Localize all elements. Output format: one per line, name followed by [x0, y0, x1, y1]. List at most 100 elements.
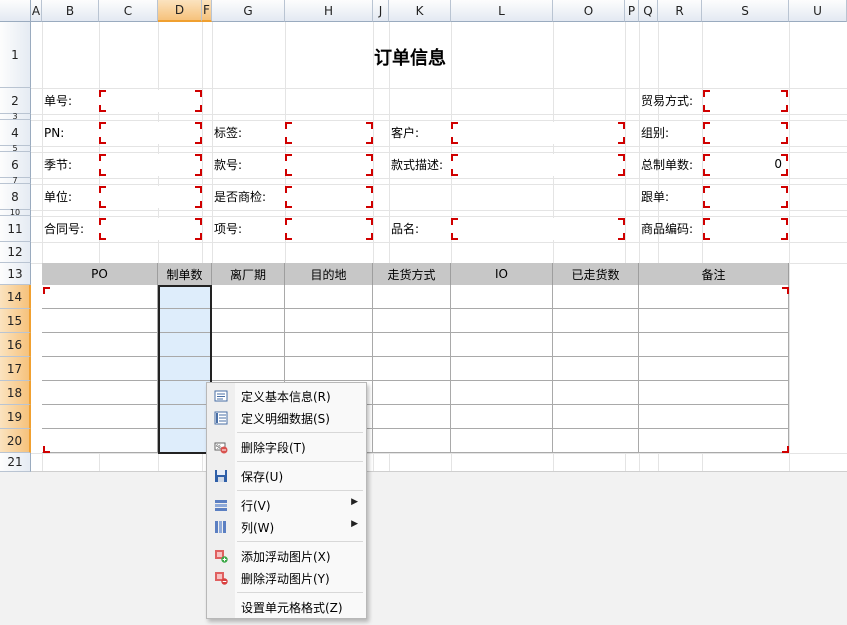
- table-cell[interactable]: [285, 333, 373, 357]
- table-cell[interactable]: [373, 429, 451, 453]
- column-header-k[interactable]: K: [389, 0, 451, 22]
- column-header-g[interactable]: G: [212, 0, 285, 22]
- season-field[interactable]: [99, 154, 202, 176]
- row-header-17[interactable]: 17: [0, 357, 31, 381]
- menu-item-delete-field[interactable]: % 删除字段(T): [209, 436, 364, 458]
- column-header-p[interactable]: P: [625, 0, 639, 22]
- table-cell[interactable]: [285, 285, 373, 309]
- order-no-field[interactable]: [99, 90, 202, 112]
- trade-mode-field[interactable]: [703, 90, 788, 112]
- column-header-c[interactable]: C: [99, 0, 158, 22]
- row-header-15[interactable]: 15: [0, 309, 31, 333]
- row-header-6[interactable]: 6: [0, 152, 31, 178]
- row-header-4[interactable]: 4: [0, 120, 31, 146]
- table-cell[interactable]: [42, 309, 158, 333]
- table-cell[interactable]: [451, 405, 553, 429]
- table-cell[interactable]: [373, 285, 451, 309]
- menu-item-format-cells[interactable]: 设置单元格格式(Z): [209, 596, 364, 618]
- table-cell[interactable]: [639, 357, 789, 381]
- inspection-field[interactable]: [285, 186, 373, 208]
- table-cell[interactable]: [553, 429, 639, 453]
- menu-item-remove-floating-image[interactable]: 删除浮动图片(Y): [209, 567, 364, 589]
- tag-field[interactable]: [285, 122, 373, 144]
- table-cell[interactable]: [285, 309, 373, 333]
- table-cell[interactable]: [373, 333, 451, 357]
- table-cell[interactable]: [42, 429, 158, 453]
- table-cell[interactable]: [639, 405, 789, 429]
- menu-item-save[interactable]: 保存(U): [209, 465, 364, 487]
- table-cell[interactable]: [451, 357, 553, 381]
- row-header-18[interactable]: 18: [0, 381, 31, 405]
- table-cell[interactable]: [42, 285, 158, 309]
- table-cell[interactable]: [639, 429, 789, 453]
- pn-field[interactable]: [99, 122, 202, 144]
- table-cell[interactable]: [373, 309, 451, 333]
- table-cell[interactable]: [285, 357, 373, 381]
- menu-item-add-floating-image[interactable]: 添加浮动图片(X): [209, 545, 364, 567]
- column-header-h[interactable]: H: [285, 0, 373, 22]
- table-cell[interactable]: [553, 285, 639, 309]
- style-no-field[interactable]: [285, 154, 373, 176]
- column-header-o[interactable]: O: [553, 0, 625, 22]
- table-cell[interactable]: [639, 333, 789, 357]
- table-cell[interactable]: [451, 429, 553, 453]
- customer-field[interactable]: [451, 122, 625, 144]
- menu-item-define-basic-info[interactable]: 定义基本信息(R): [209, 385, 364, 407]
- table-cell[interactable]: [553, 309, 639, 333]
- row-header-14[interactable]: 14: [0, 285, 31, 309]
- table-cell[interactable]: [212, 357, 285, 381]
- item-no-field[interactable]: [285, 218, 373, 240]
- table-cell[interactable]: [451, 309, 553, 333]
- table-cell[interactable]: [553, 333, 639, 357]
- table-cell[interactable]: [451, 333, 553, 357]
- menu-item-column[interactable]: 列(W) ▶: [209, 516, 364, 538]
- product-name-field[interactable]: [451, 218, 625, 240]
- table-cell[interactable]: [373, 405, 451, 429]
- table-cell[interactable]: [639, 381, 789, 405]
- column-header-j[interactable]: J: [373, 0, 389, 22]
- column-header-u[interactable]: U: [789, 0, 847, 22]
- column-header-f[interactable]: F: [202, 0, 212, 22]
- row-header-11[interactable]: 11: [0, 216, 31, 242]
- group-field[interactable]: [703, 122, 788, 144]
- table-cell[interactable]: [42, 333, 158, 357]
- row-header-12[interactable]: 12: [0, 242, 31, 263]
- product-code-field[interactable]: [703, 218, 788, 240]
- column-header-d[interactable]: D: [158, 0, 202, 22]
- table-cell[interactable]: [373, 381, 451, 405]
- menu-item-define-detail-data[interactable]: 定义明细数据(S): [209, 407, 364, 429]
- contract-no-field[interactable]: [99, 218, 202, 240]
- table-cell[interactable]: [553, 357, 639, 381]
- row-header-16[interactable]: 16: [0, 333, 31, 357]
- table-cell[interactable]: [451, 381, 553, 405]
- row-header-8[interactable]: 8: [0, 184, 31, 210]
- row-header-19[interactable]: 19: [0, 405, 31, 429]
- table-cell[interactable]: [553, 381, 639, 405]
- column-header-s[interactable]: S: [702, 0, 789, 22]
- table-cell[interactable]: [373, 357, 451, 381]
- follower-field[interactable]: [703, 186, 788, 208]
- column-header-b[interactable]: B: [42, 0, 99, 22]
- unit-field[interactable]: [99, 186, 202, 208]
- column-header-a[interactable]: A: [31, 0, 42, 22]
- row-header-13[interactable]: 13: [0, 263, 31, 285]
- select-all-corner[interactable]: [0, 0, 31, 22]
- table-cell[interactable]: [212, 333, 285, 357]
- column-header-q[interactable]: Q: [639, 0, 658, 22]
- column-header-l[interactable]: L: [451, 0, 553, 22]
- table-cell[interactable]: [451, 285, 553, 309]
- style-desc-field[interactable]: [451, 154, 625, 176]
- row-header-1[interactable]: 1: [0, 22, 31, 88]
- table-cell[interactable]: [639, 285, 789, 309]
- menu-item-row[interactable]: 行(V) ▶: [209, 494, 364, 516]
- table-cell[interactable]: [212, 309, 285, 333]
- table-cell[interactable]: [42, 357, 158, 381]
- table-cell[interactable]: [553, 405, 639, 429]
- column-header-r[interactable]: R: [658, 0, 702, 22]
- table-cell[interactable]: [42, 405, 158, 429]
- total-qty-field[interactable]: 0: [703, 154, 788, 176]
- row-header-20[interactable]: 20: [0, 429, 31, 453]
- table-cell[interactable]: [639, 309, 789, 333]
- row-header-2[interactable]: 2: [0, 88, 31, 114]
- table-cell[interactable]: [212, 285, 285, 309]
